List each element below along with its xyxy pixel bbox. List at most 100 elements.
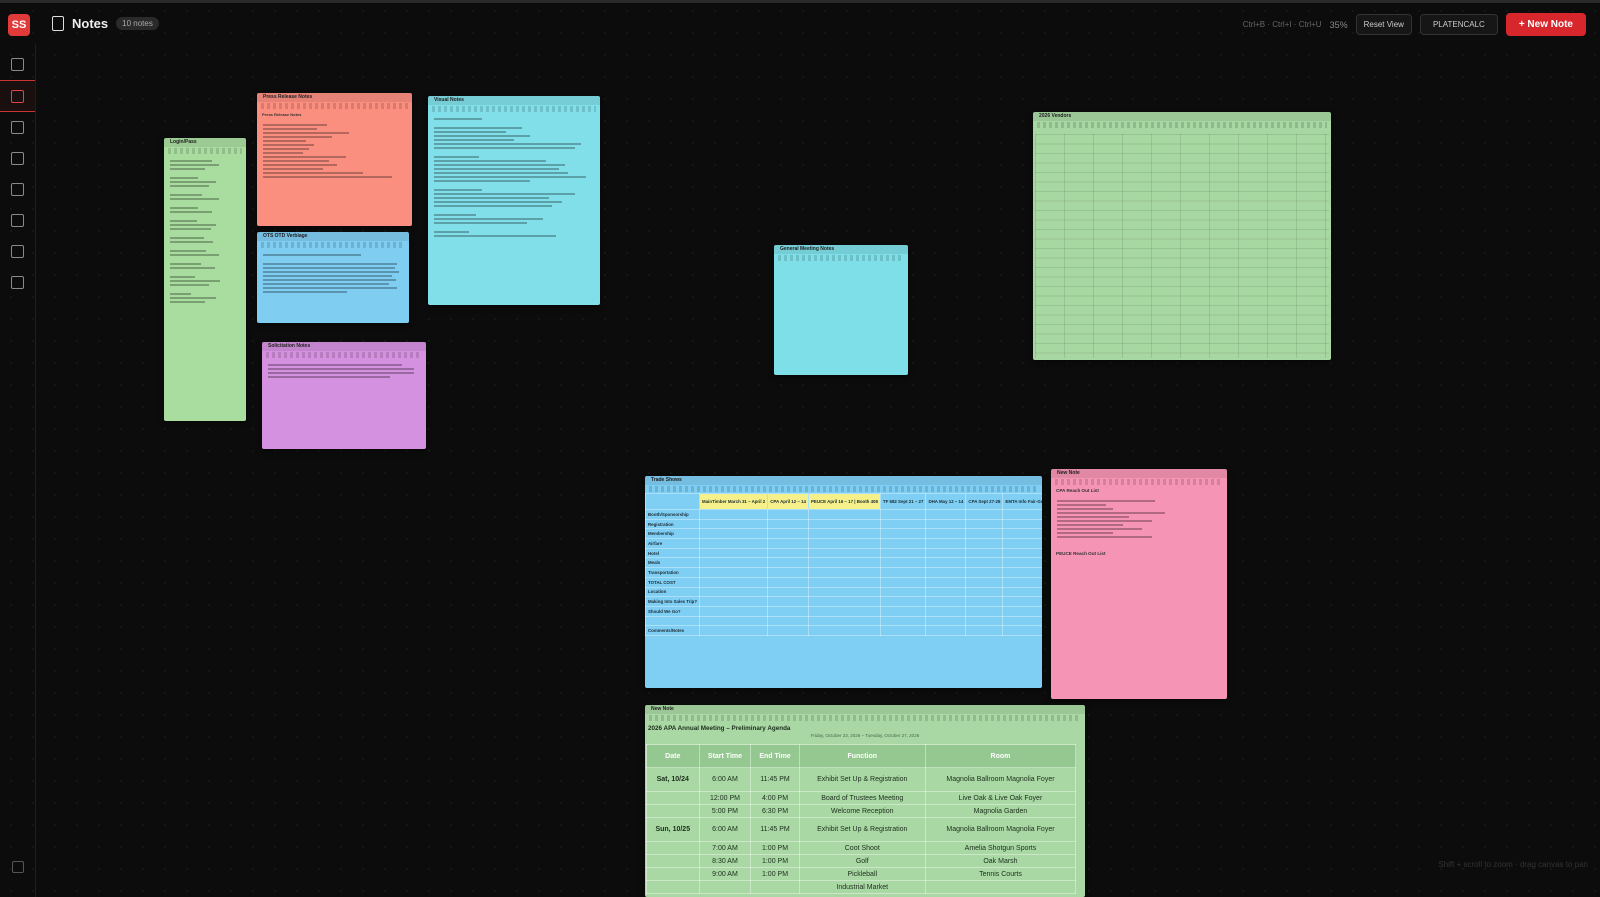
note-ots-otd[interactable]: OTS OTD Verbiage bbox=[257, 232, 409, 323]
shortcut-hint: Ctrl+B · Ctrl+I · Ctrl+U bbox=[1242, 20, 1322, 29]
note-body[interactable] bbox=[257, 249, 409, 298]
app-logo[interactable]: SS bbox=[8, 14, 30, 36]
note-trade-shows[interactable]: Trade Shows MainTimber March 31 – April … bbox=[645, 476, 1042, 688]
trade-shows-table[interactable]: MainTimber March 31 – April 2 CPA April … bbox=[645, 493, 1042, 636]
agenda-end: 11:45 PM bbox=[750, 767, 800, 792]
document-icon bbox=[11, 182, 24, 196]
agenda-start: 6:00 AM bbox=[698, 767, 752, 792]
sidebar-item-calculator[interactable] bbox=[0, 205, 35, 235]
agenda-room bbox=[924, 880, 1077, 894]
table-row: 9:00 AM 1:00 PM Pickleball Tennis Courts bbox=[646, 867, 1077, 881]
sidebar-item-briefcase[interactable] bbox=[0, 143, 35, 173]
sidebar-item-notes[interactable] bbox=[0, 80, 35, 112]
logout-icon[interactable] bbox=[12, 861, 24, 873]
note-toolbar[interactable] bbox=[168, 148, 242, 154]
note-body[interactable] bbox=[164, 155, 246, 308]
table-row: Airfare bbox=[645, 538, 1042, 549]
agenda-date: Sat, 10/24 bbox=[646, 767, 700, 792]
note-toolbar[interactable] bbox=[432, 106, 596, 112]
note-toolbar[interactable] bbox=[266, 352, 422, 358]
notes-icon bbox=[52, 16, 64, 31]
note-body[interactable] bbox=[428, 113, 600, 242]
row-label: TOTAL COST bbox=[645, 576, 701, 588]
note-count-badge: 10 notes bbox=[116, 17, 159, 30]
table-row: Booth/Sponsorship bbox=[645, 509, 1042, 520]
agenda-start: 12:00 PM bbox=[698, 791, 752, 805]
table-header-cell: CPA April 12 – 14 bbox=[767, 493, 809, 510]
sidebar-item-documents[interactable] bbox=[0, 174, 35, 204]
platencalc-button[interactable]: PLATENCALC bbox=[1419, 14, 1498, 35]
agenda-date: Sun, 10/25 bbox=[646, 817, 700, 842]
sidebar-item-dashboard[interactable] bbox=[0, 49, 35, 79]
note-title: 2026 Vendors bbox=[1033, 112, 1331, 121]
note-body[interactable] bbox=[262, 359, 426, 383]
sidebar-item-charts[interactable] bbox=[0, 112, 35, 142]
notes-icon bbox=[11, 89, 24, 103]
agenda-room: Magnolia Garden bbox=[924, 804, 1077, 818]
note-press-release[interactable]: Press Release Notes Press Release Notes bbox=[257, 93, 412, 226]
note-solicitation[interactable]: Solicitation Notes bbox=[262, 342, 426, 449]
vendors-table[interactable] bbox=[1035, 134, 1329, 358]
table-header-cell: Function bbox=[798, 744, 926, 768]
reset-view-button[interactable]: Reset View bbox=[1355, 14, 1412, 35]
note-apa-agenda[interactable]: New Note 2026 APA Annual Meeting – Preli… bbox=[645, 705, 1085, 897]
agenda-dates: Friday, October 23, 2026 – Tuesday, Octo… bbox=[810, 733, 920, 738]
agenda-end: 1:00 PM bbox=[750, 841, 800, 855]
sidebar-item-cards[interactable] bbox=[0, 236, 35, 266]
canvas-hint: Shift + scroll to zoom · drag canvas to … bbox=[1438, 860, 1588, 869]
note-visual[interactable]: Visual Notes bbox=[428, 96, 600, 305]
note-toolbar[interactable] bbox=[649, 715, 1081, 721]
note-vendors[interactable]: 2026 Vendors bbox=[1033, 112, 1331, 360]
agenda-table[interactable]: Date Start Time End Time Function Room S… bbox=[646, 744, 1077, 894]
zoom-level: 35% bbox=[1329, 19, 1348, 30]
note-general-meeting[interactable]: General Meeting Notes bbox=[774, 245, 908, 375]
table-row: Sun, 10/25 6:00 AM 11:45 PM Exhibit Set … bbox=[646, 817, 1077, 842]
note-title: New Note bbox=[645, 705, 1085, 714]
table-header-cell: DHA May 12 – 14 bbox=[925, 493, 967, 510]
note-title: Visual Notes bbox=[428, 96, 600, 105]
table-row: Sat, 10/24 6:00 AM 11:45 PM Exhibit Set … bbox=[646, 767, 1077, 792]
note-heading: Press Release Notes bbox=[262, 112, 302, 117]
agenda-room: Oak Marsh bbox=[924, 854, 1077, 868]
top-bar: SS Notes 10 notes Ctrl+B · Ctrl+I · Ctrl… bbox=[0, 0, 1600, 44]
row-label: Registration bbox=[645, 518, 701, 530]
note-toolbar[interactable] bbox=[261, 242, 405, 248]
agenda-end: 4:00 PM bbox=[750, 791, 800, 805]
agenda-start: 7:00 AM bbox=[698, 841, 752, 855]
table-header-cell: TF 682 Sept 21 – 27 bbox=[879, 493, 927, 510]
table-row: Registration bbox=[645, 518, 1042, 530]
agenda-date bbox=[646, 867, 700, 881]
note-body[interactable] bbox=[1051, 495, 1227, 543]
agenda-function: Board of Trustees Meeting bbox=[798, 791, 926, 805]
note-body[interactable] bbox=[257, 119, 412, 183]
note-new-note-pink[interactable]: New Note CPA Reach Out List PEUCE Reach … bbox=[1051, 469, 1227, 699]
agenda-function: Industrial Market bbox=[798, 880, 926, 894]
table-row: 5:00 PM 6:30 PM Welcome Reception Magnol… bbox=[646, 804, 1077, 818]
sidebar-item-database[interactable] bbox=[0, 267, 35, 297]
note-toolbar[interactable] bbox=[1055, 479, 1223, 485]
note-toolbar[interactable] bbox=[649, 486, 1038, 492]
page-header: Notes 10 notes bbox=[52, 16, 159, 31]
agenda-date bbox=[646, 880, 700, 894]
note-title: Press Release Notes bbox=[257, 93, 412, 102]
agenda-function: Exhibit Set Up & Registration bbox=[798, 767, 926, 792]
note-login-pass[interactable]: Login/Pass bbox=[164, 138, 246, 421]
new-note-button[interactable]: + New Note bbox=[1505, 13, 1586, 36]
table-row: Industrial Market bbox=[646, 880, 1077, 894]
agenda-start: 9:00 AM bbox=[698, 867, 752, 881]
table-row: Should We Go? bbox=[645, 605, 1042, 617]
agenda-function: Pickleball bbox=[798, 867, 926, 881]
table-row: 8:30 AM 1:00 PM Golf Oak Marsh bbox=[646, 854, 1077, 868]
agenda-start: 8:30 AM bbox=[698, 854, 752, 868]
note-toolbar[interactable] bbox=[778, 255, 904, 261]
agenda-start bbox=[698, 880, 752, 894]
table-row: 7:00 AM 1:00 PM Coot Shoot Amelia Shotgu… bbox=[646, 841, 1077, 855]
note-toolbar[interactable] bbox=[261, 103, 408, 109]
row-label: Transportation bbox=[645, 567, 701, 578]
agenda-date bbox=[646, 791, 700, 805]
row-label: Hotel bbox=[645, 547, 701, 559]
agenda-start: 5:00 PM bbox=[698, 804, 752, 818]
note-title: New Note bbox=[1051, 469, 1227, 478]
row-label: Meals bbox=[645, 557, 701, 569]
note-toolbar[interactable] bbox=[1037, 122, 1327, 128]
